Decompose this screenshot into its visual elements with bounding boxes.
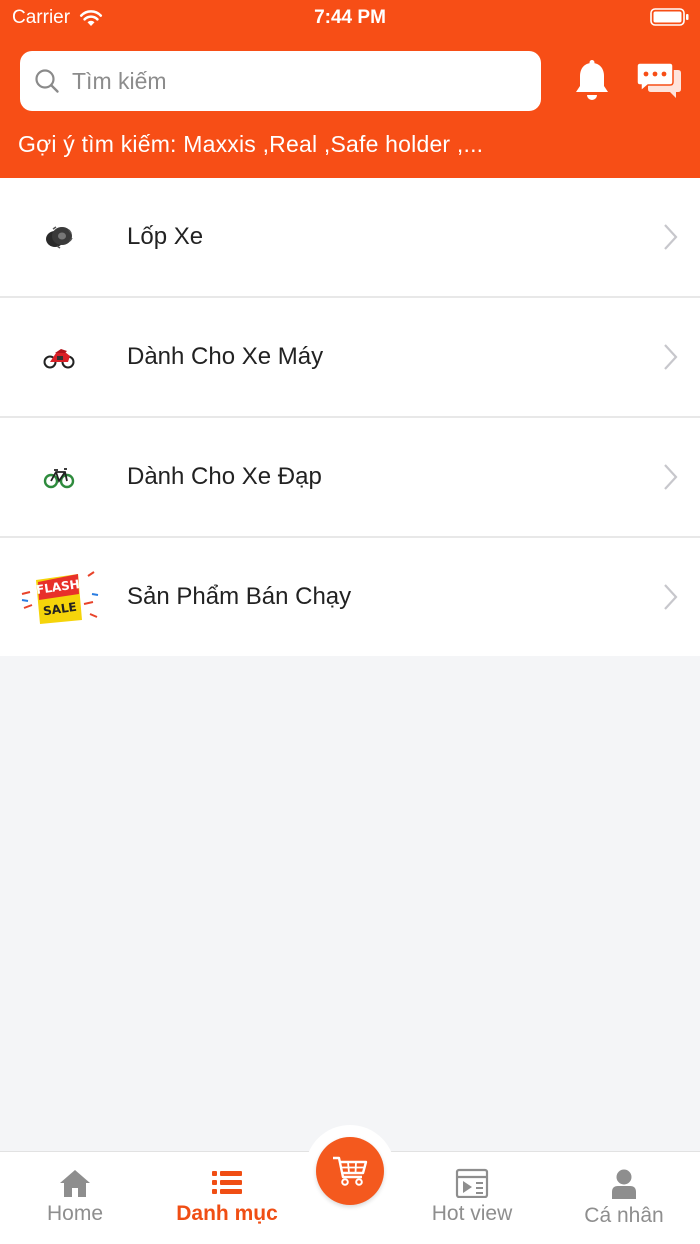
search-bar[interactable] (20, 51, 541, 111)
chat-icon[interactable] (636, 60, 682, 100)
bicycle-icon (43, 468, 75, 489)
status-bar: Carrier 7:44 PM (0, 0, 700, 36)
category-thumbnail: FLASH SALE (18, 556, 100, 638)
cart-icon (333, 1156, 368, 1186)
bell-icon[interactable] (572, 59, 612, 103)
tab-label: Danh mục (176, 1202, 278, 1225)
list-icon (212, 1171, 242, 1194)
category-item-bestsellers[interactable]: FLASH SALE Sản Phẩm Bán Chạy (0, 538, 700, 656)
tab-label: Cá nhân (584, 1204, 664, 1227)
category-item-motorbike[interactable]: Dành Cho Xe Máy (0, 298, 700, 418)
tab-profile[interactable]: Cá nhân (554, 1152, 694, 1244)
motorbike-icon (43, 349, 75, 369)
user-icon (612, 1169, 636, 1199)
chevron-right-icon (664, 344, 678, 370)
tab-label: Home (46, 1202, 104, 1225)
chevron-right-icon (664, 464, 678, 490)
category-label: Sản Phẩm Bán Chạy (127, 583, 352, 610)
tire-icon (46, 226, 73, 249)
flash-sale-icon: FLASH SALE (21, 571, 99, 624)
cart-button[interactable] (316, 1137, 384, 1205)
category-thumbnail (18, 196, 100, 278)
category-list: Lốp Xe Dành Cho Xe Máy Dành Cho Xe Đạp F… (0, 178, 700, 656)
home-icon (60, 1170, 90, 1197)
app-header: Carrier 7:44 PM Gợi ý t (0, 0, 700, 178)
tab-categories[interactable]: Danh mục (157, 1152, 297, 1244)
chevron-right-icon (664, 224, 678, 250)
tab-hot-view[interactable]: Hot view (402, 1152, 542, 1244)
category-label: Dành Cho Xe Máy (127, 343, 324, 370)
category-label: Dành Cho Xe Đạp (127, 463, 322, 490)
status-time: 7:44 PM (314, 7, 386, 28)
chevron-right-icon (664, 584, 678, 610)
category-thumbnail (18, 436, 100, 518)
search-suggestions[interactable]: Gợi ý tìm kiếm: Maxxis ,Real ,Safe holde… (18, 131, 483, 158)
battery-icon (650, 8, 689, 26)
category-thumbnail (18, 316, 100, 398)
search-icon (35, 69, 59, 93)
tab-label: Hot view (431, 1202, 513, 1225)
search-input[interactable] (72, 67, 512, 95)
category-item-bicycle[interactable]: Dành Cho Xe Đạp (0, 418, 700, 538)
video-feed-icon (455, 1168, 489, 1198)
category-item-tires[interactable]: Lốp Xe (0, 178, 700, 298)
category-label: Lốp Xe (127, 223, 204, 250)
tab-home[interactable]: Home (5, 1152, 145, 1244)
